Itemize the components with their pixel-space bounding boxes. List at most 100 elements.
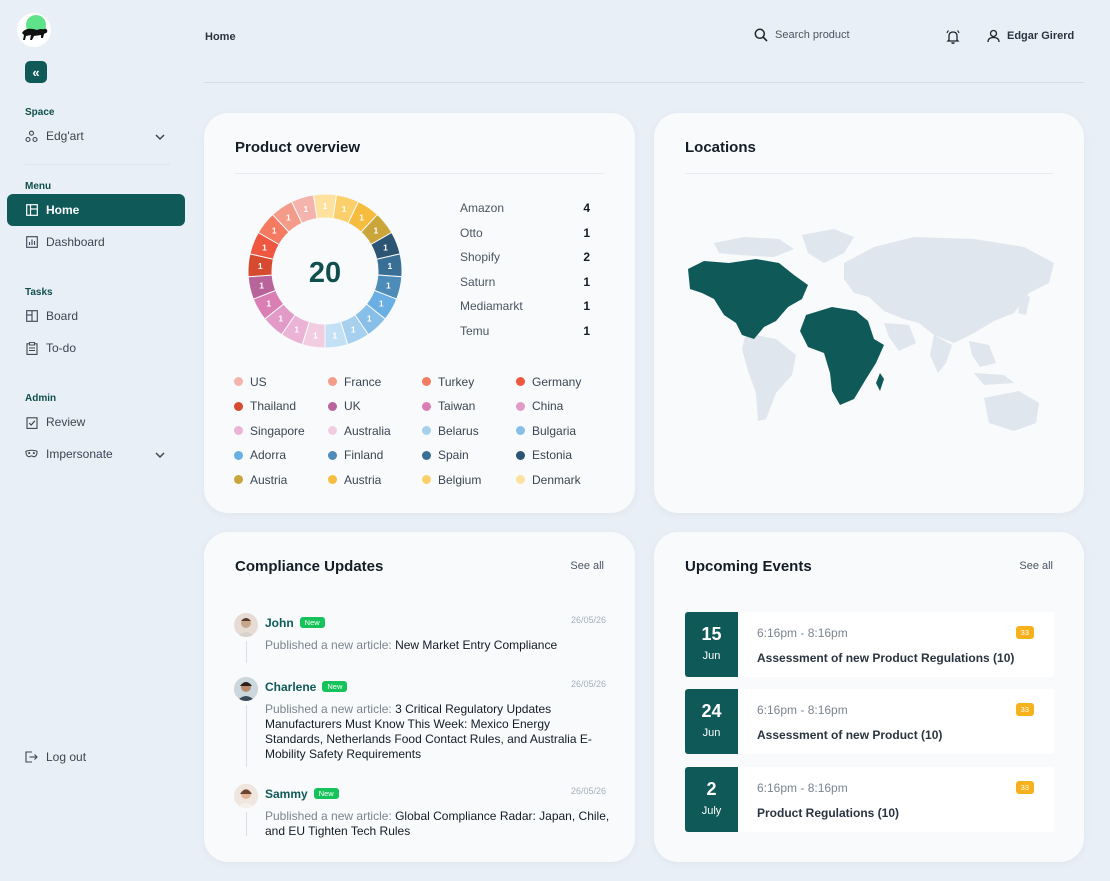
compliance-update-item[interactable]: Sammy New 26/05/26 Published a new articl… [234, 784, 609, 844]
legend-item[interactable]: UK [328, 399, 422, 414]
layout-icon [25, 204, 38, 217]
product-overview-card: Product overview 1 1 1 1 1 1 1 1 1 1 1 1 1 1 1 1 1 1 1 1 1 20… [204, 113, 635, 513]
bar-chart-icon [25, 236, 38, 249]
event-time: 6:16pm - 8:16pm [757, 781, 848, 795]
author-name[interactable]: Charlene New [265, 680, 348, 694]
event-month: Jun [702, 727, 721, 739]
legend-dot [234, 426, 243, 436]
legend-item[interactable]: Australia [328, 423, 422, 438]
user-menu[interactable]: Edgar Girerd [987, 29, 1074, 43]
legend-item[interactable]: Turkey [422, 374, 516, 389]
map-region-middle-east[interactable] [884, 323, 916, 351]
legend-label: UK [344, 399, 361, 414]
product-donut-chart[interactable]: 11111111111111111111 120 [247, 193, 403, 349]
map-region-greenland[interactable] [802, 229, 854, 263]
legend-item[interactable]: Singapore [234, 423, 328, 438]
legend-dot [328, 475, 337, 485]
notifications-button[interactable] [945, 29, 961, 50]
donut-slice-label: 1 [259, 280, 264, 290]
legend-dot [422, 426, 431, 436]
collapse-sidebar-button[interactable]: « [25, 61, 47, 83]
map-region-southeast-asia[interactable] [969, 341, 996, 367]
legend-item[interactable]: Taiwan [422, 399, 516, 414]
legend-item[interactable]: Thailand [234, 399, 328, 414]
map-region-madagascar[interactable] [876, 373, 884, 391]
search-box[interactable]: Search product [754, 28, 850, 42]
map-region-indonesia[interactable] [974, 373, 1014, 385]
legend-item[interactable]: Finland [328, 448, 422, 463]
legend-item[interactable]: US [234, 374, 328, 389]
donut-slice-label: 1 [351, 325, 356, 335]
sidebar-item-board[interactable]: Board [7, 300, 185, 332]
event-count-badge: 33 [1015, 626, 1034, 639]
avatar [234, 784, 258, 808]
donut-slice-label: 1 [367, 314, 372, 324]
sidebar-item-impersonate[interactable]: Impersonate [7, 438, 185, 470]
legend-label: Australia [344, 423, 391, 438]
sidebar-item-dashboard[interactable]: Dashboard [7, 226, 185, 258]
events-see-all-link[interactable]: See all [1019, 560, 1053, 572]
legend-label: Austria [250, 472, 288, 487]
space-name: Edg'art [46, 129, 84, 143]
author-name[interactable]: Sammy New [265, 787, 339, 801]
sidebar-item-label: Impersonate [46, 447, 113, 461]
legend-item[interactable]: Bulgaria [516, 423, 610, 438]
brand-logo[interactable] [17, 13, 51, 47]
event-title: Product Regulations (10) [757, 806, 900, 820]
platform-count: 1 [583, 274, 590, 289]
platform-stat-row: Otto 1 [460, 226, 590, 251]
compliance-see-all-link[interactable]: See all [570, 560, 604, 572]
update-date: 26/05/26 [570, 679, 606, 689]
legend-label: Belgium [438, 472, 482, 487]
legend-item[interactable]: Denmark [516, 472, 610, 487]
card-title: Upcoming Events [685, 558, 812, 575]
sidebar-item-todo[interactable]: To-do [7, 332, 185, 364]
legend-label: Singapore [250, 423, 305, 438]
chevron-down-icon [155, 130, 165, 144]
map-region-arctic[interactable] [714, 237, 794, 257]
legend-item[interactable]: Austria [328, 472, 422, 487]
map-region-south-america[interactable] [742, 333, 796, 421]
event-card[interactable]: 15 Jun 6:16pm - 8:16pm 33 Assessment of … [685, 612, 1054, 677]
legend-item[interactable]: Estonia [516, 448, 610, 463]
world-map[interactable] [684, 223, 1064, 453]
card-title: Compliance Updates [235, 558, 384, 575]
author-name[interactable]: John New [265, 616, 325, 630]
sidebar-item-label: Home [46, 203, 80, 217]
tasks-section-label: Tasks [25, 287, 53, 298]
legend-dot [422, 450, 431, 460]
legend-item[interactable]: Belgium [422, 472, 516, 487]
legend-label: Bulgaria [532, 423, 577, 438]
map-region-australia[interactable] [984, 391, 1039, 431]
sidebar-item-home[interactable]: Home [7, 194, 185, 226]
map-region-north-america[interactable] [688, 259, 808, 339]
legend-label: Finland [344, 448, 384, 463]
compliance-update-item[interactable]: John New 26/05/26 Published a new article… [234, 613, 606, 673]
event-title: Assessment of new Product Regulations (1… [757, 651, 1015, 665]
space-selector[interactable]: Edg'art [7, 120, 185, 152]
donut-slice-label: 1 [386, 280, 391, 290]
map-region-eurasia[interactable] [844, 237, 1054, 343]
legend-item[interactable]: France [328, 374, 422, 389]
legend-item[interactable]: Spain [422, 448, 516, 463]
platform-count: 1 [583, 299, 590, 314]
legend-item[interactable]: Belarus [422, 423, 516, 438]
legend-label: US [250, 374, 267, 389]
legend-dot [234, 450, 243, 460]
event-card[interactable]: 24 Jun 6:16pm - 8:16pm 33 Assessment of … [685, 689, 1054, 754]
legend-item[interactable]: Austria [234, 472, 328, 487]
event-card[interactable]: 2 July 6:16pm - 8:16pm 33 Product Regula… [685, 767, 1054, 832]
legend-item[interactable]: Adorra [234, 448, 328, 463]
legend-item[interactable]: Germany [516, 374, 610, 389]
breadcrumb[interactable]: Home [205, 31, 236, 43]
update-text: Published a new article: Global Complian… [265, 809, 610, 838]
search-input[interactable]: Search product [775, 29, 850, 41]
admin-section-label: Admin [25, 393, 57, 404]
compliance-update-item[interactable]: Charlene New 26/05/26 Published a new art… [234, 677, 606, 777]
donut-slice-label: 1 [379, 299, 384, 309]
logout-button[interactable]: Log out [7, 741, 185, 773]
legend-item[interactable]: China [516, 399, 610, 414]
map-region-africa[interactable] [800, 307, 884, 405]
sidebar-item-review[interactable]: Review [7, 406, 185, 438]
donut-slice-label: 1 [342, 204, 347, 214]
